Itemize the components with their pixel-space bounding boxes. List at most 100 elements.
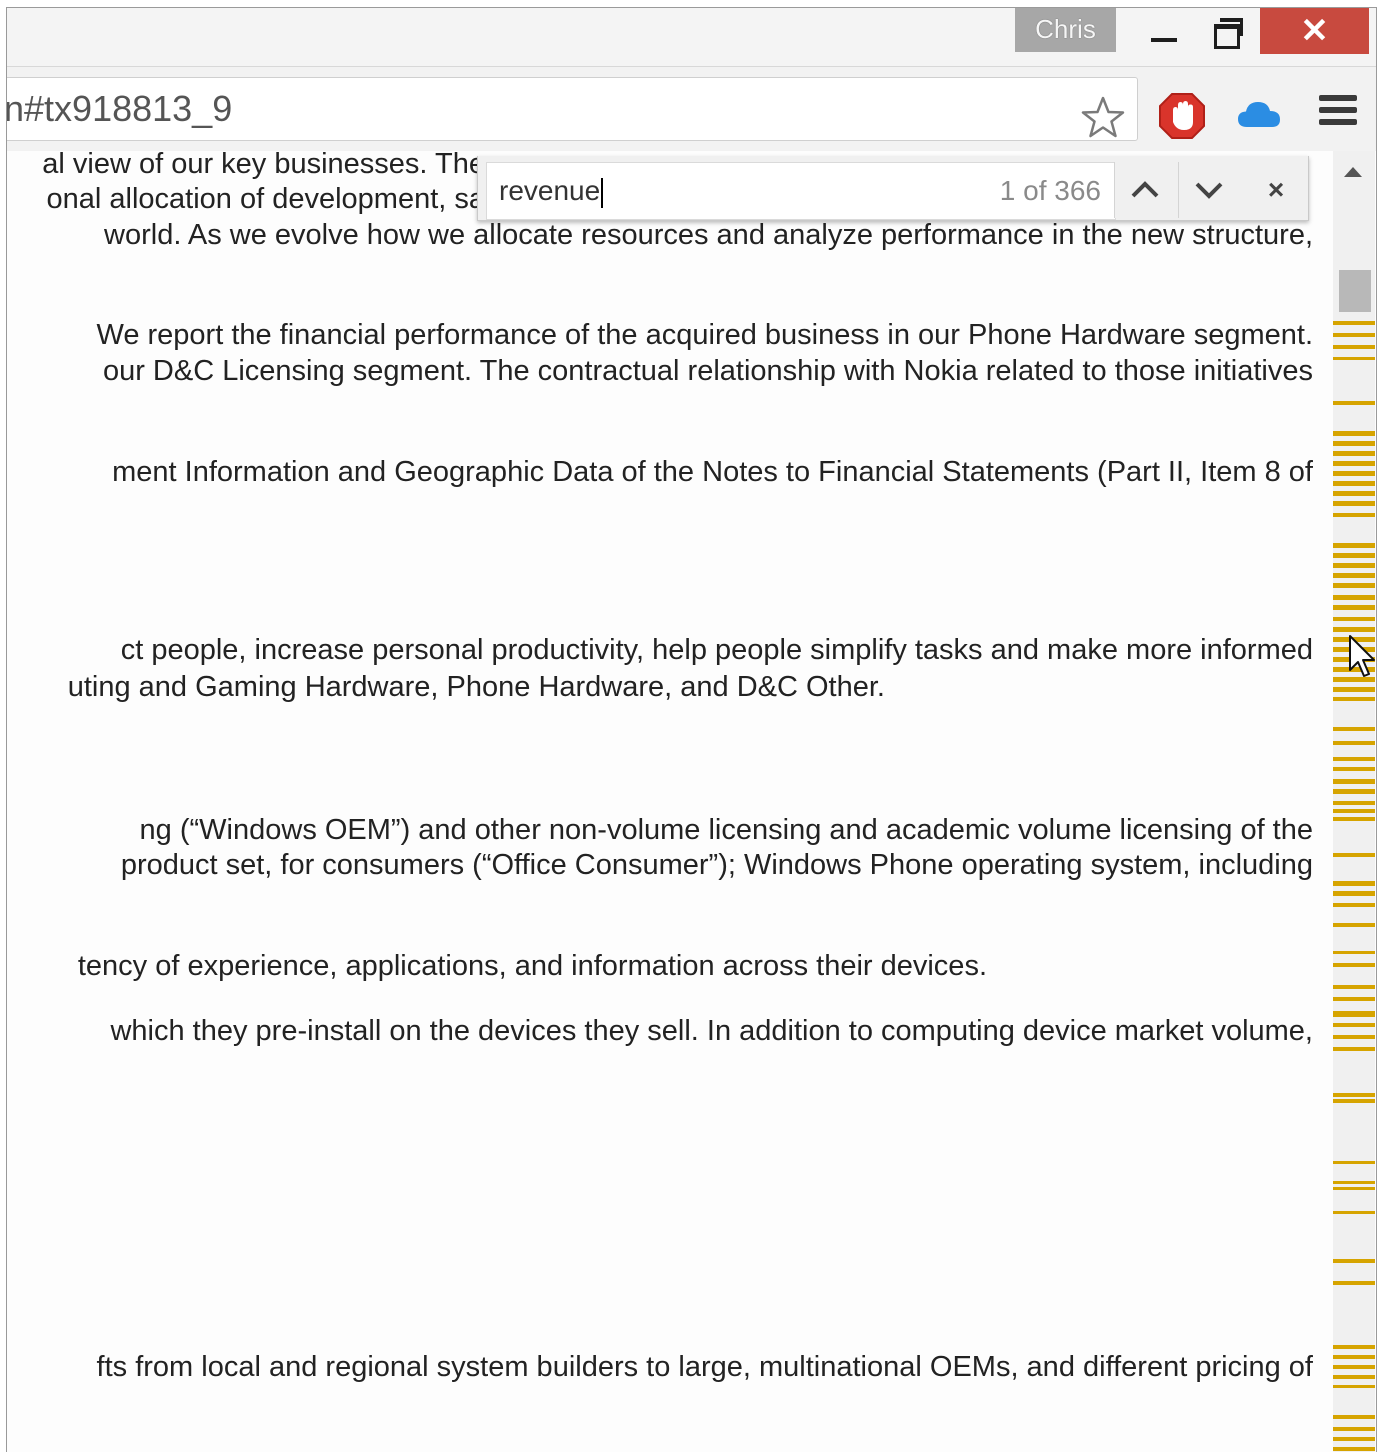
scrollbar-match-marker xyxy=(1333,1415,1375,1419)
bookmark-star-icon[interactable] xyxy=(1080,95,1126,141)
scrollbar-match-marker xyxy=(1333,1161,1375,1164)
scrollbar-match-marker xyxy=(1333,757,1375,761)
scrollbar-match-marker xyxy=(1333,441,1375,446)
scrollbar-match-marker xyxy=(1333,501,1375,506)
scrollbar-match-marker xyxy=(1333,321,1375,325)
text-line: our D&C Licensing segment. The contractu… xyxy=(102,355,1313,387)
chevron-up-icon xyxy=(1131,181,1159,198)
scrollbar-match-marker xyxy=(1333,563,1375,568)
scrollbar-match-marker xyxy=(1333,451,1375,456)
scrollbar-match-marker xyxy=(1333,727,1375,731)
match-count: 1 of 366 xyxy=(999,175,1101,206)
scrollbar-match-marker xyxy=(1333,697,1375,701)
scrollbar-match-marker xyxy=(1333,1375,1375,1379)
minimize-button[interactable] xyxy=(1137,8,1193,54)
scrollbar-match-marker xyxy=(1333,767,1375,771)
cloud-icon[interactable] xyxy=(1235,93,1283,141)
scrollbar-match-marker xyxy=(1333,481,1375,486)
scrollbar-match-marker xyxy=(1333,789,1375,794)
scrollbar-match-marker xyxy=(1333,1447,1375,1451)
text-line: world. As we evolve how we allocate reso… xyxy=(104,219,1313,251)
text-line: al view of our key businesses. The xyxy=(42,151,485,180)
scrollbar-match-marker xyxy=(1333,627,1375,632)
scrollbar-match-marker xyxy=(1333,333,1375,337)
text-line: ct people, increase personal productivit… xyxy=(120,634,1313,666)
scrollbar-thumb[interactable] xyxy=(1339,270,1371,312)
find-bar: revenue 1 of 366 × xyxy=(477,156,1309,221)
scrollbar-match-marker xyxy=(1333,1427,1375,1431)
vertical-scrollbar[interactable] xyxy=(1333,151,1375,1452)
scrollbar-match-marker xyxy=(1333,1365,1375,1369)
mouse-cursor-icon xyxy=(1349,635,1375,677)
scrollbar-match-marker xyxy=(1333,461,1375,466)
text-line: ment Information and Geographic Data of … xyxy=(112,456,1313,488)
scrollbar-match-marker xyxy=(1333,595,1375,600)
text-line: ng (“Windows OEM”) and other non-volume … xyxy=(139,814,1313,846)
scrollbar-match-marker xyxy=(1333,345,1375,349)
scrollbar-match-marker xyxy=(1333,951,1375,954)
document-content: al view of our key businesses. The onal … xyxy=(7,151,1333,1452)
scrollbar-match-marker xyxy=(1333,1385,1375,1388)
scrollbar-match-marker xyxy=(1333,903,1375,907)
menu-icon[interactable] xyxy=(1317,93,1359,135)
scrollbar-match-marker xyxy=(1333,1259,1375,1263)
address-bar[interactable]: n#tx918813_9 xyxy=(7,77,1138,141)
scrollbar-match-marker xyxy=(1333,553,1375,558)
scrollbar-match-marker xyxy=(1333,1345,1375,1349)
scrollbar-match-marker xyxy=(1333,1187,1375,1190)
scrollbar-match-marker xyxy=(1333,543,1375,548)
scrollbar-match-marker xyxy=(1333,741,1375,745)
scrollbar-match-marker xyxy=(1333,1099,1375,1103)
address-url[interactable]: n#tx918813_9 xyxy=(7,78,232,140)
scrollbar-match-marker xyxy=(1333,997,1375,1001)
scrollbar-match-marker xyxy=(1333,809,1375,813)
scrollbar-match-marker xyxy=(1333,923,1375,927)
scrollbar-match-marker xyxy=(1333,853,1375,857)
scrollbar-match-marker xyxy=(1333,401,1375,405)
restore-button[interactable] xyxy=(1197,8,1257,54)
text-line: uting and Gaming Hardware, Phone Hardwar… xyxy=(67,671,885,703)
scrollbar-match-marker xyxy=(1333,1181,1375,1184)
scrollbar-match-marker xyxy=(1333,1035,1375,1039)
scrollbar-match-marker xyxy=(1333,1211,1375,1214)
browser-toolbar: n#tx918813_9 xyxy=(7,67,1376,151)
scrollbar-match-marker xyxy=(1333,1355,1375,1359)
text-caret xyxy=(601,177,604,208)
browser-window: Chris ✕ n#tx918813_9 al view of our key … xyxy=(6,7,1377,1452)
adblock-stop-icon[interactable] xyxy=(1158,92,1206,140)
scrollbar-match-marker xyxy=(1333,801,1375,805)
scrollbar-match-marker xyxy=(1333,1281,1375,1285)
text-line: which they pre-install on the devices th… xyxy=(110,1015,1313,1047)
find-input[interactable]: revenue 1 of 366 xyxy=(486,162,1116,220)
text-line: tency of experience, applications, and i… xyxy=(77,950,987,982)
scrollbar-match-marker xyxy=(1333,985,1375,989)
text-line: onal allocation of development, sa xyxy=(46,183,485,215)
scrollbar-match-marker xyxy=(1333,357,1375,360)
chevron-down-icon xyxy=(1195,182,1223,199)
scrollbar-match-marker xyxy=(1333,779,1375,784)
scrollbar-match-marker xyxy=(1333,1013,1375,1017)
scrollbar-match-marker xyxy=(1333,687,1375,692)
scrollbar-match-marker xyxy=(1333,817,1375,821)
scrollbar-match-marker xyxy=(1333,491,1375,496)
find-query-text: revenue xyxy=(499,175,601,206)
profile-badge[interactable]: Chris xyxy=(1015,8,1116,52)
scrollbar-match-marker xyxy=(1333,583,1375,588)
scroll-up-arrow-icon[interactable] xyxy=(1344,167,1362,177)
scrollbar-match-marker xyxy=(1333,963,1375,967)
scrollbar-match-marker xyxy=(1333,1093,1375,1097)
text-line: fts from local and regional system build… xyxy=(96,1351,1313,1383)
scrollbar-match-marker xyxy=(1333,617,1375,621)
scrollbar-match-marker xyxy=(1333,1047,1375,1051)
close-find-button[interactable]: × xyxy=(1246,162,1306,218)
scrollbar-match-marker xyxy=(1333,1023,1375,1027)
next-match-button[interactable] xyxy=(1178,162,1239,218)
text-line: We report the financial performance of t… xyxy=(96,319,1313,351)
scrollbar-match-marker xyxy=(1333,881,1375,886)
title-bar: Chris ✕ xyxy=(7,8,1376,67)
previous-match-button[interactable] xyxy=(1114,162,1175,218)
close-window-button[interactable]: ✕ xyxy=(1260,8,1369,54)
scrollbar-match-marker xyxy=(1333,471,1375,476)
text-line: product set, for consumers (“Office Cons… xyxy=(120,849,1313,881)
scrollbar-match-marker xyxy=(1333,605,1375,610)
